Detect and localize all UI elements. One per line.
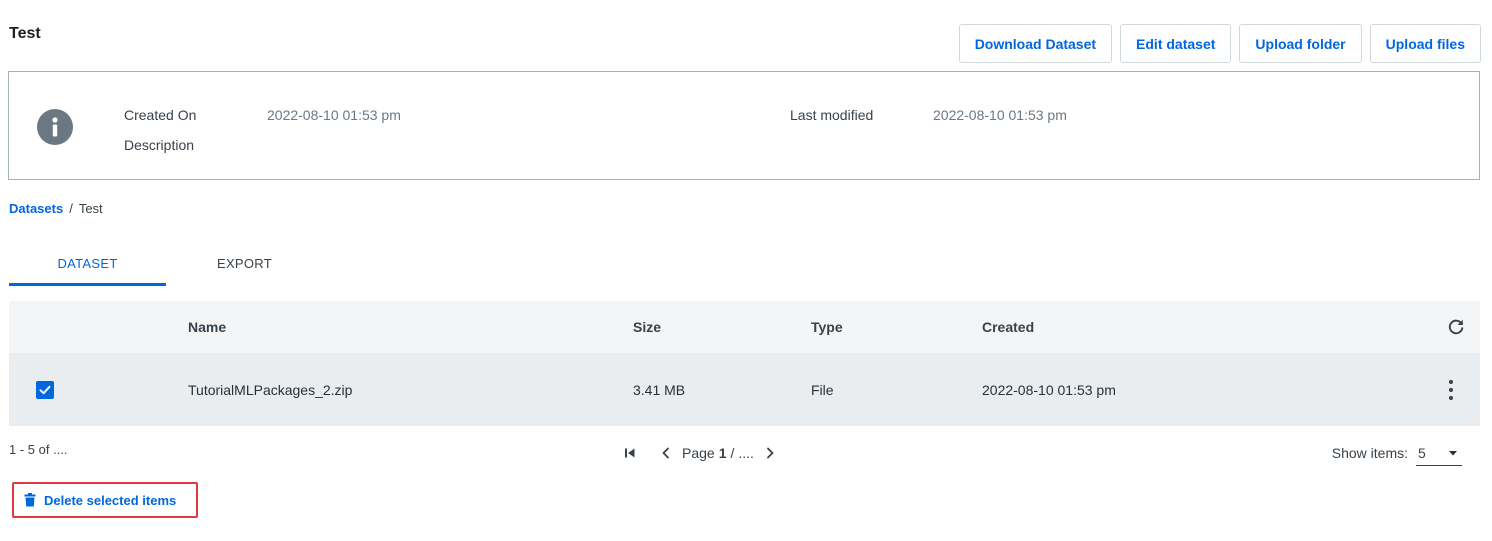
page-separator: / [730,445,735,461]
page-indicator: Page 1 / .... [682,445,754,461]
files-table: Name Size Type Created TutorialMLPackage… [9,301,1480,426]
page-current: 1 [718,445,727,461]
breadcrumb-separator: / [69,201,73,216]
refresh-icon[interactable] [1446,317,1466,337]
breadcrumb-datasets-link[interactable]: Datasets [9,201,63,216]
created-on-label: Created On [124,107,197,123]
table-header: Name Size Type Created [9,301,1480,353]
upload-folder-button[interactable]: Upload folder [1239,24,1362,63]
breadcrumb-current: Test [78,201,103,216]
delete-selected-label: Delete selected items [44,492,177,508]
page-title: Test [9,25,41,42]
column-header-size[interactable]: Size [633,319,661,335]
edit-dataset-button[interactable]: Edit dataset [1120,24,1232,63]
breadcrumb: Datasets / Test [9,201,103,216]
tab-bar: DATASET EXPORT [9,244,323,286]
description-label: Description [124,137,195,153]
info-icon [37,109,73,145]
dataset-info-panel: Created On 2022-08-10 01:53 pm Descripti… [8,71,1480,180]
file-created: 2022-08-10 01:53 pm [982,381,1116,398]
pager: Page 1 / .... [620,443,780,463]
chevron-right-icon[interactable] [760,443,780,463]
column-header-created[interactable]: Created [982,319,1034,335]
show-items-label: Show items: [1331,445,1408,461]
dataset-page: Test Download Dataset Edit dataset Uploa… [0,0,1492,541]
trash-icon [24,493,36,507]
page-label: Page [682,445,715,461]
show-items-value: 5 [1418,444,1426,461]
file-type: File [811,381,834,398]
header-actions: Download Dataset Edit dataset Upload fol… [958,24,1481,63]
delete-selected-button[interactable]: Delete selected items [12,482,198,518]
show-items-control: Show items: 5 [1332,440,1462,466]
page-total: .... [738,445,754,461]
more-vertical-icon[interactable] [1448,379,1454,400]
show-items-select[interactable]: 5 [1416,440,1462,466]
tab-export[interactable]: EXPORT [166,244,323,286]
column-header-type[interactable]: Type [811,319,843,335]
row-checkbox[interactable] [36,380,54,399]
chevron-left-icon[interactable] [656,443,676,463]
file-name[interactable]: TutorialMLPackages_2.zip [188,382,352,398]
check-icon [39,385,51,394]
column-header-name[interactable]: Name [188,319,226,335]
upload-files-button[interactable]: Upload files [1369,24,1481,63]
pagination-range: 1 - 5 of .... [9,442,68,457]
caret-down-icon [1449,450,1457,455]
first-page-icon[interactable] [620,443,640,463]
created-on-value: 2022-08-10 01:53 pm [267,107,401,123]
download-dataset-button[interactable]: Download Dataset [958,24,1113,63]
file-size: 3.41 MB [633,381,686,398]
tab-dataset[interactable]: DATASET [9,244,166,286]
last-modified-label: Last modified [790,107,874,123]
table-row[interactable]: TutorialMLPackages_2.zip 3.41 MB File 20… [9,353,1480,426]
last-modified-value: 2022-08-10 01:53 pm [933,107,1067,123]
